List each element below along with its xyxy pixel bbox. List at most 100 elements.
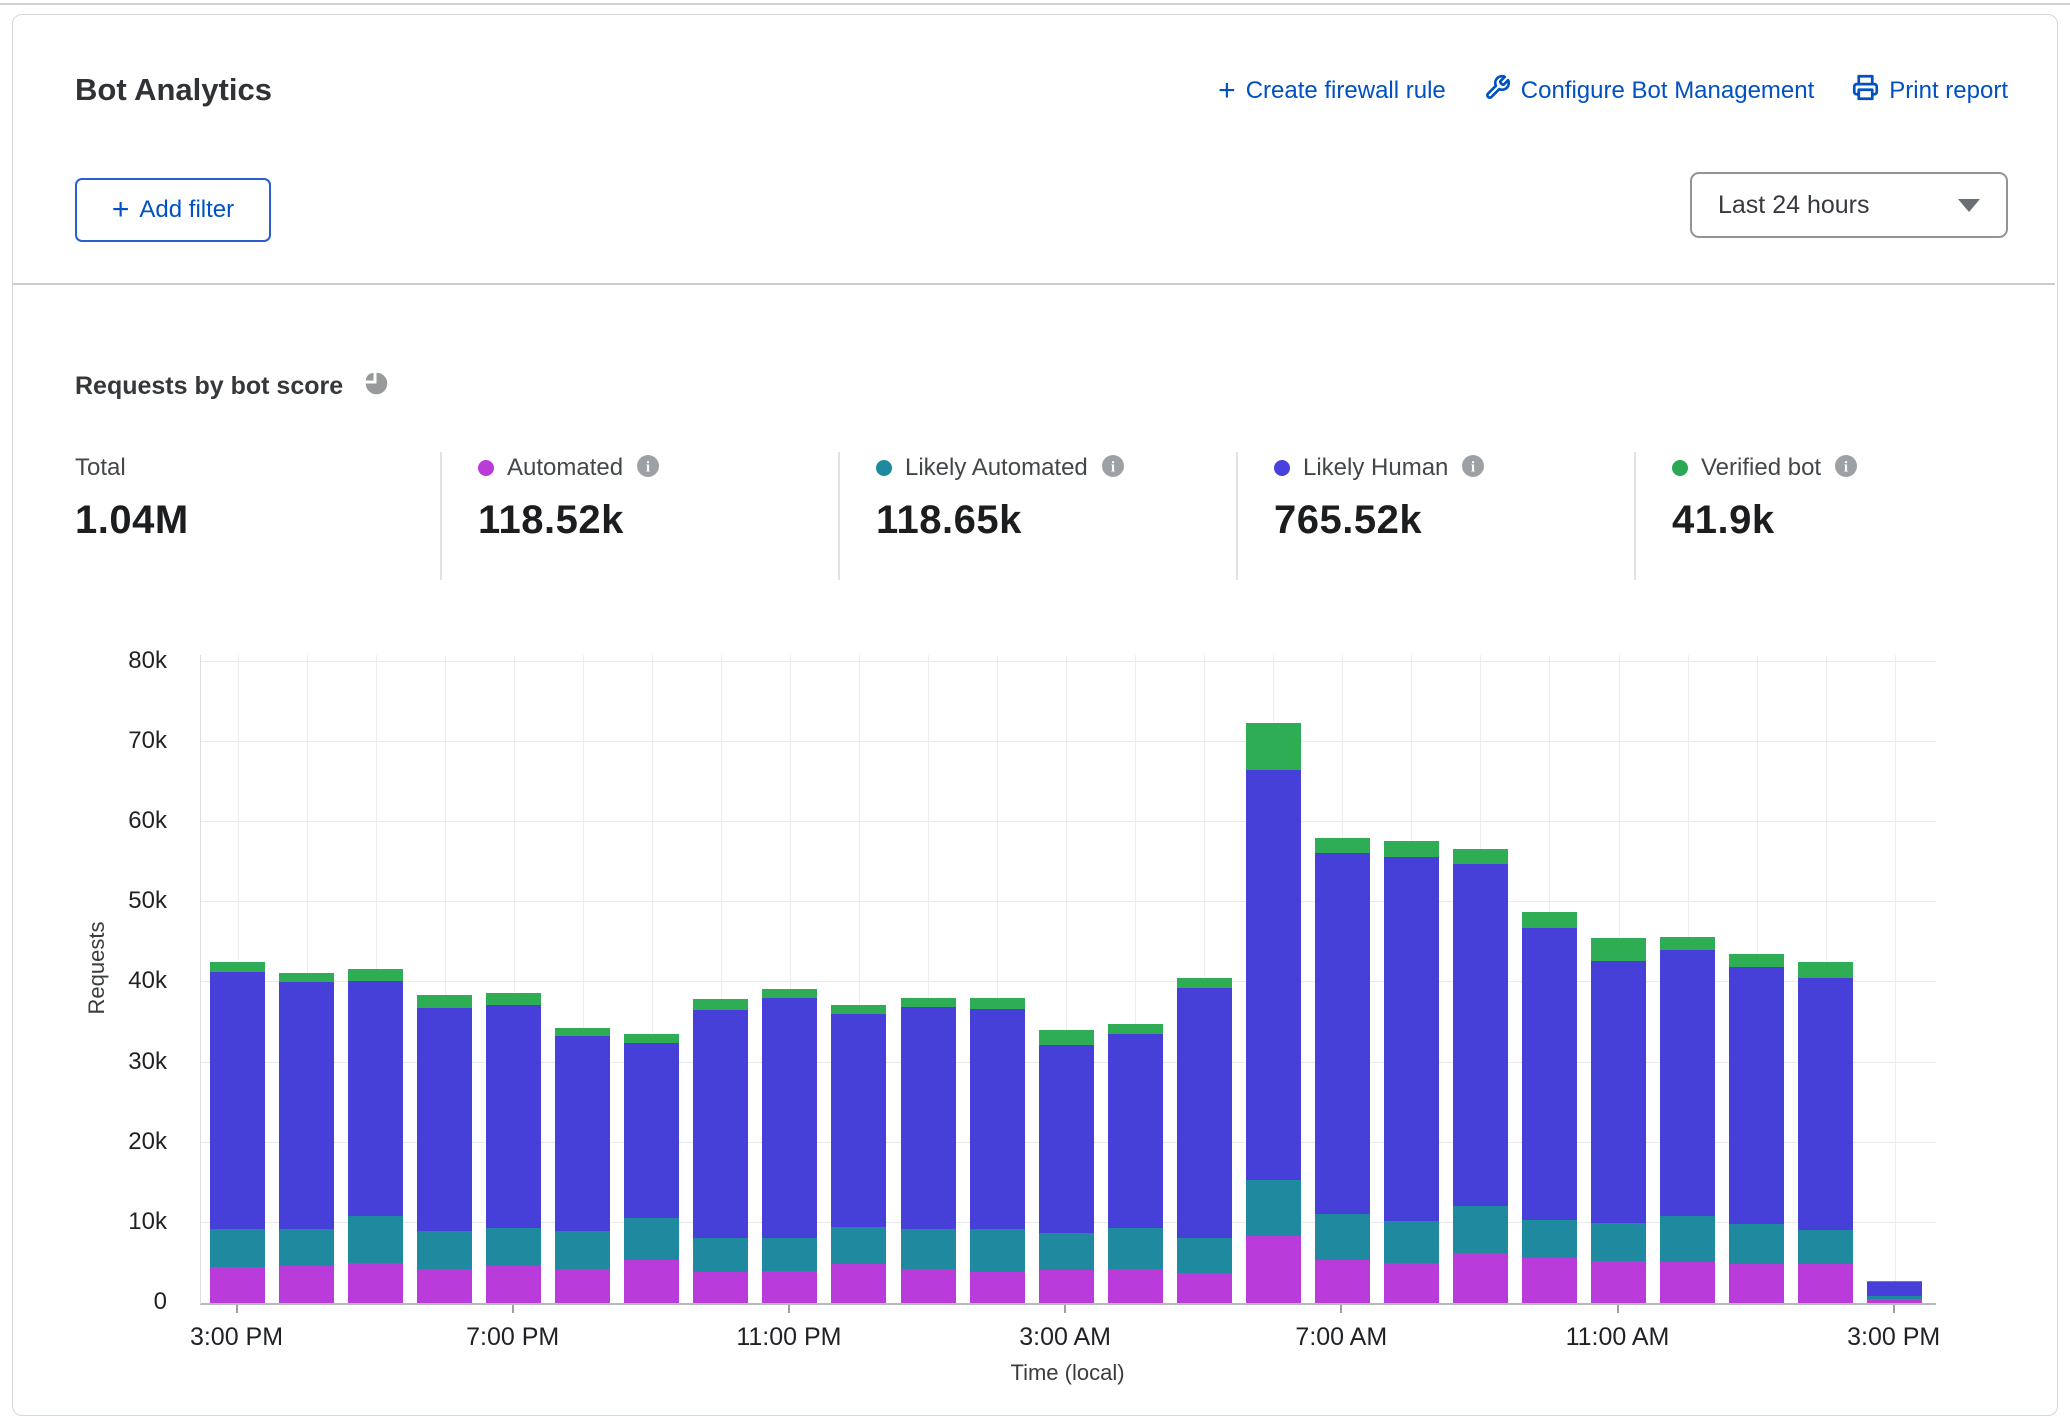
bar-segment-likely-automated: [970, 1229, 1025, 1271]
y-tick-label: 40k: [95, 967, 167, 995]
x-tick-mark: [236, 1305, 238, 1313]
time-range-value: Last 24 hours: [1718, 191, 1870, 220]
header-actions: + Create firewall rule Configure Bot Man…: [1218, 74, 2008, 108]
time-range-select[interactable]: Last 24 hours: [1690, 172, 2008, 238]
bar-segment-likely-human: [1798, 978, 1853, 1231]
bar: [1867, 1281, 1922, 1303]
stat-total-value: 1.04M: [75, 498, 435, 543]
bar-segment-automated: [1384, 1263, 1439, 1303]
bar-segment-automated: [1591, 1261, 1646, 1303]
bar-segment-automated: [279, 1266, 334, 1303]
bar-segment-automated: [901, 1269, 956, 1303]
stat-total-label: Total: [75, 454, 126, 482]
info-icon[interactable]: i: [636, 454, 660, 483]
bar: [1453, 849, 1508, 1304]
configure-bot-management-link[interactable]: Configure Bot Management: [1484, 74, 1815, 108]
bar-segment-verified-bot: [762, 989, 817, 999]
stat-verified-bot: Verified bot i 41.9k: [1672, 452, 2032, 543]
bar: [1108, 1024, 1163, 1303]
bar-segment-verified-bot: [1798, 962, 1853, 977]
bar-segment-likely-human: [210, 972, 265, 1229]
stat-automated-value: 118.52k: [478, 498, 838, 543]
bar-segment-verified-bot: [1039, 1030, 1094, 1045]
plus-icon: +: [112, 198, 130, 222]
bar-segment-verified-bot: [210, 962, 265, 972]
bar-segment-likely-automated: [555, 1231, 610, 1269]
stat-separator: [838, 452, 840, 580]
bar: [279, 973, 334, 1303]
bar: [1246, 723, 1301, 1303]
bar-segment-likely-human: [279, 982, 334, 1229]
bar: [1315, 838, 1370, 1303]
bar-segment-automated: [486, 1266, 541, 1303]
print-report-label: Print report: [1889, 77, 2008, 105]
pie-chart-icon: [361, 368, 392, 404]
h-gridline: [201, 741, 1936, 742]
create-firewall-rule-link[interactable]: + Create firewall rule: [1218, 77, 1446, 105]
bar-segment-likely-human: [348, 981, 403, 1217]
x-tick-label: 3:00 AM: [945, 1323, 1185, 1352]
x-tick-label: 11:00 AM: [1498, 1323, 1738, 1352]
bar-segment-automated: [348, 1263, 403, 1303]
legend-dot-verified-bot: [1672, 460, 1688, 476]
y-tick-label: 70k: [95, 727, 167, 755]
bar-segment-verified-bot: [1729, 954, 1784, 968]
v-gridline: [1895, 655, 1896, 1303]
bar-segment-likely-automated: [348, 1216, 403, 1262]
stat-likely-human: Likely Human i 765.52k: [1274, 452, 1634, 543]
bar-segment-automated: [1315, 1260, 1370, 1303]
x-tick-label: 7:00 AM: [1221, 1323, 1461, 1352]
bar: [1522, 912, 1577, 1303]
bar-segment-likely-human: [1867, 1282, 1922, 1296]
bar-segment-automated: [1522, 1258, 1577, 1303]
bar: [901, 998, 956, 1303]
bar-segment-likely-human: [1453, 864, 1508, 1206]
svg-text:i: i: [1844, 459, 1848, 475]
bar-segment-likely-automated: [486, 1228, 541, 1266]
bar-segment-verified-bot: [348, 969, 403, 981]
print-report-link[interactable]: Print report: [1852, 74, 2008, 108]
bar-segment-verified-bot: [1522, 912, 1577, 928]
stat-automated-label: Automated: [507, 454, 623, 482]
bar-segment-automated: [831, 1264, 886, 1303]
bar-segment-verified-bot: [279, 973, 334, 983]
bar-segment-likely-automated: [1315, 1214, 1370, 1260]
legend-dot-automated: [478, 460, 494, 476]
bar-segment-automated: [762, 1271, 817, 1303]
bar-segment-likely-automated: [1108, 1228, 1163, 1269]
bar-segment-likely-human: [624, 1043, 679, 1219]
bar-segment-verified-bot: [1177, 978, 1232, 988]
y-tick-label: 0: [95, 1288, 167, 1316]
svg-text:i: i: [646, 459, 650, 475]
stat-total: Total 1.04M: [75, 452, 435, 543]
bar: [831, 1005, 886, 1303]
bar-segment-automated: [1246, 1236, 1301, 1303]
bar-segment-verified-bot: [417, 995, 472, 1008]
bar-segment-verified-bot: [1660, 937, 1715, 950]
bar-segment-likely-human: [901, 1007, 956, 1229]
bar-segment-verified-bot: [1246, 723, 1301, 769]
x-tick-mark: [788, 1305, 790, 1313]
bar-segment-verified-bot: [1384, 841, 1439, 857]
add-filter-button[interactable]: + Add filter: [75, 178, 271, 242]
bar: [970, 998, 1025, 1303]
h-gridline: [201, 821, 1936, 822]
y-tick-label: 20k: [95, 1128, 167, 1156]
info-icon[interactable]: i: [1834, 454, 1858, 483]
stat-likely-human-value: 765.52k: [1274, 498, 1634, 543]
bar-segment-likely-automated: [210, 1229, 265, 1267]
svg-text:i: i: [1111, 459, 1115, 475]
add-filter-label: Add filter: [139, 196, 234, 224]
bar-segment-verified-bot: [970, 998, 1025, 1008]
bar-segment-automated: [1798, 1264, 1853, 1303]
bar: [1660, 937, 1715, 1303]
create-firewall-rule-label: Create firewall rule: [1246, 77, 1446, 105]
bar-segment-verified-bot: [1315, 838, 1370, 852]
y-tick-label: 10k: [95, 1208, 167, 1236]
info-icon[interactable]: i: [1101, 454, 1125, 483]
info-icon[interactable]: i: [1461, 454, 1485, 483]
bar-segment-automated: [1108, 1269, 1163, 1303]
bar-segment-likely-automated: [624, 1218, 679, 1260]
bar-segment-likely-automated: [1039, 1233, 1094, 1270]
stat-likely-automated-value: 118.65k: [876, 498, 1236, 543]
